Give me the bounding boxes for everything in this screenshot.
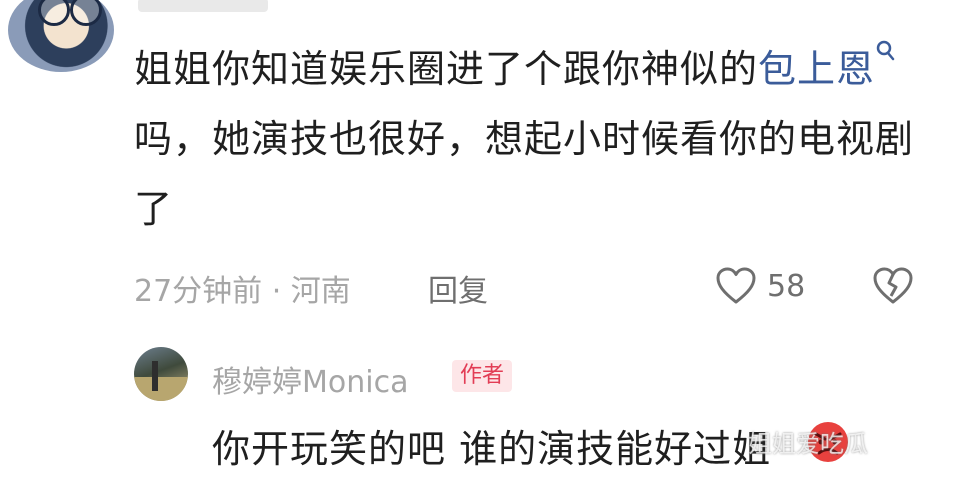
watermark: 姐姐爱吃瓜 <box>748 430 868 458</box>
comment-text: 姐姐你知道娱乐圈进了个跟你神似的包上恩吗，她演技也很好，想起小时候看你的电视剧了 <box>134 34 924 244</box>
comment-text-end: 吗，她演技也很好，想起小时候看你的电视剧了 <box>134 117 915 231</box>
like-button[interactable]: 58 <box>715 266 805 306</box>
reply-text: 你开玩笑的吧 谁的演技能好过姐 <box>212 427 772 471</box>
comment-text-start: 姐姐你知道娱乐圈进了个跟你神似的 <box>134 47 759 91</box>
comment-time-location: 27分钟前 · 河南 <box>134 274 351 309</box>
blurred-username <box>138 0 268 12</box>
heart-icon[interactable] <box>715 266 757 306</box>
author-badge: 作者 <box>452 360 513 392</box>
avatar[interactable] <box>8 0 114 72</box>
reply-button[interactable]: 回复 <box>428 266 488 310</box>
like-count: 58 <box>767 268 806 304</box>
mention-name[interactable]: 包上恩 <box>758 47 875 91</box>
broken-heart-icon[interactable] <box>872 266 914 306</box>
avatar[interactable] <box>134 347 188 401</box>
reply-author-name[interactable]: 穆婷婷Monica <box>212 357 408 401</box>
mention-link[interactable]: 包上恩 <box>758 40 897 91</box>
glasses-left <box>38 0 70 26</box>
dislike-button[interactable] <box>872 266 914 310</box>
glasses-right <box>70 0 102 26</box>
search-icon[interactable] <box>875 34 895 64</box>
